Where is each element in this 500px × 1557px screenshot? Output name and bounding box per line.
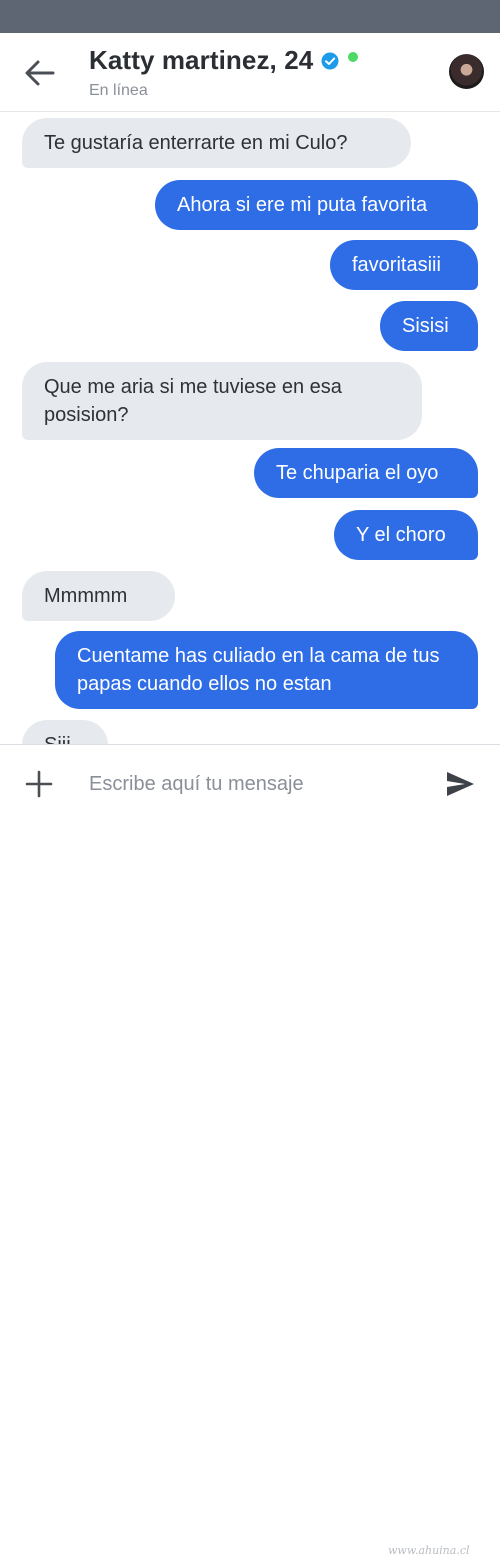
message-bubble-outgoing: favoritasiii: [330, 240, 478, 290]
back-arrow-icon: [25, 60, 55, 86]
watermark: www.ahuina.cl: [388, 1544, 470, 1557]
online-indicator: [348, 51, 359, 62]
message-bubble-incoming: Mmmmm: [22, 571, 175, 621]
verified-badge-icon: [321, 52, 339, 69]
online-status: En línea: [89, 82, 148, 99]
avatar[interactable]: [449, 54, 484, 89]
message-bubble-incoming: Que me aria si me tuviese en esa posisio…: [22, 362, 422, 440]
back-button[interactable]: [22, 55, 58, 91]
message-list[interactable]: Te gustaría enterrarte en mi Culo? Ahora…: [0, 112, 500, 744]
message-bubble-outgoing: Y el choro: [334, 510, 478, 560]
contact-name[interactable]: Katty martinez, 24: [89, 45, 313, 76]
message-bubble-outgoing: Cuentame has culiado en la cama de tus p…: [55, 631, 478, 709]
send-button[interactable]: [444, 769, 476, 799]
plus-icon: [25, 770, 53, 798]
chat-header: Katty martinez, 24 En línea: [0, 33, 500, 112]
message-bubble-incoming: Siii: [22, 720, 108, 744]
message-bubble-outgoing: Sisisi: [380, 301, 478, 351]
composer-bar: www.ahuina.cl: [0, 744, 500, 1557]
send-icon: [447, 772, 474, 796]
message-input[interactable]: [89, 769, 419, 799]
attach-button[interactable]: [24, 769, 54, 799]
message-bubble-outgoing: Te chuparia el oyo: [254, 448, 478, 498]
message-bubble-incoming: Te gustaría enterrarte en mi Culo?: [22, 118, 411, 168]
title-row: Katty martinez, 24: [89, 45, 359, 76]
status-bar: [0, 0, 500, 33]
message-bubble-outgoing: Ahora si ere mi puta favorita: [155, 180, 478, 230]
